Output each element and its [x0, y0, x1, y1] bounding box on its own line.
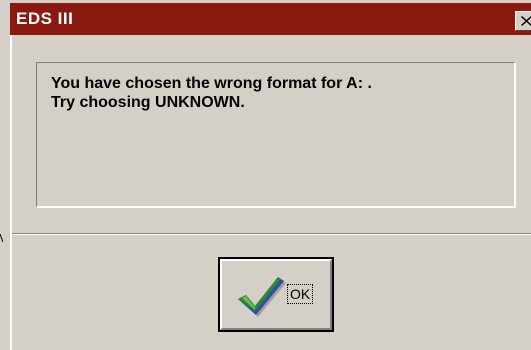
- message-panel: You have chosen the wrong format for A: …: [36, 62, 516, 208]
- ok-button-bevel: OK: [220, 259, 332, 330]
- window-frame-edge: [10, 35, 12, 350]
- message-line-2: Try choosing UNKNOWN.: [51, 94, 245, 111]
- separator: [12, 233, 531, 235]
- close-x-icon: [521, 16, 531, 26]
- title-bar[interactable]: EDS III: [10, 3, 531, 35]
- ok-button-label: OK: [286, 284, 314, 304]
- error-dialog: EDS III You have chosen the wrong format…: [0, 0, 531, 350]
- ok-button[interactable]: OK: [218, 257, 334, 332]
- window-title: EDS III: [16, 9, 74, 28]
- green-checkmark-icon: [238, 277, 286, 317]
- message-line-1: You have chosen the wrong format for A: …: [51, 75, 372, 92]
- close-button[interactable]: [515, 11, 531, 31]
- background-artifact-icon: [0, 234, 3, 242]
